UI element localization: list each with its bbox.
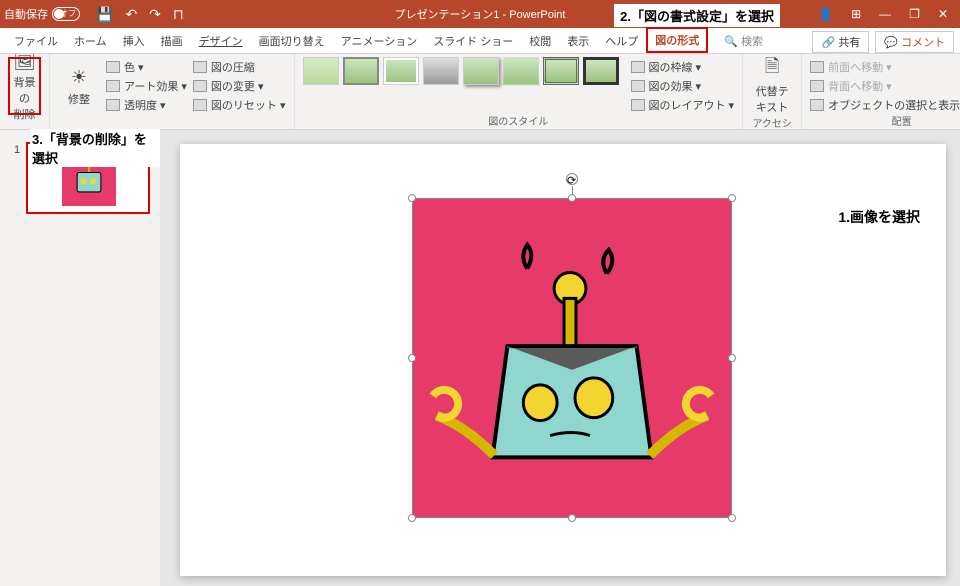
style-thumb[interactable] (583, 57, 619, 85)
quick-access-toolbar: 💾 ↶ ↷ ⊓ (96, 6, 184, 23)
close-icon[interactable]: ✕ (938, 7, 948, 21)
tab-slideshow[interactable]: スライド ショー (425, 29, 521, 53)
robot-illustration (413, 199, 731, 517)
arrange-group-label: 配置 (810, 113, 960, 128)
ribbon-tab-bar: ファイル ホーム 挿入 描画 デザイン 画面切り替え アニメーション スライド … (0, 28, 960, 54)
tab-help[interactable]: ヘルプ (597, 29, 646, 53)
picture-border-button[interactable]: 図の枠線 ▾ (631, 59, 735, 75)
tab-draw[interactable]: 描画 (153, 29, 191, 53)
ribbon: 🖼 背景の 削除 ☀ 修整 色 ▾ アート効果 ▾ 透明度 ▾ 図の圧縮 図の変… (0, 54, 960, 130)
selection-pane-button[interactable]: オブジェクトの選択と表示 (810, 97, 960, 113)
styles-group-label: 図のスタイル (303, 113, 735, 128)
reset-picture-button[interactable]: 図のリセット ▾ (193, 97, 286, 113)
annotation-2: 2.「図の書式設定」を選択 (614, 4, 780, 27)
style-thumb[interactable] (423, 57, 459, 85)
style-thumb[interactable] (502, 57, 539, 85)
picture-styles-gallery[interactable] (303, 57, 619, 85)
tab-insert[interactable]: 挿入 (115, 29, 153, 53)
search-box[interactable]: 🔍 検索 (716, 29, 771, 53)
tab-view[interactable]: 表示 (559, 29, 597, 53)
user-icon[interactable]: 👤 (818, 7, 833, 21)
artistic-effects-button[interactable]: アート効果 ▾ (106, 78, 187, 94)
change-picture-button[interactable]: 図の変更 ▾ (193, 78, 286, 94)
style-thumb[interactable] (343, 57, 379, 85)
minimize-icon[interactable]: — (879, 7, 891, 21)
work-area: 3.「背景の削除」を選択 1 1.画像を選択 ⟳ (0, 130, 960, 586)
slide-thumbnail-panel: 3.「背景の削除」を選択 1 (0, 130, 160, 586)
tab-transitions[interactable]: 画面切り替え (251, 29, 333, 53)
style-thumb[interactable] (543, 57, 579, 85)
style-thumb[interactable] (463, 57, 499, 85)
annotation-3: 3.「背景の削除」を選択 (30, 129, 160, 167)
slide[interactable]: 1.画像を選択 ⟳ (180, 144, 946, 576)
tab-design[interactable]: デザイン (191, 29, 251, 53)
title-bar: 自動保存 💾 ↶ ↷ ⊓ プレゼンテーション1 - PowerPoint 2.「… (0, 0, 960, 28)
slide-canvas[interactable]: 1.画像を選択 ⟳ (160, 130, 960, 586)
color-button[interactable]: 色 ▾ (106, 59, 187, 75)
alt-text-icon: 🗎 (760, 57, 784, 81)
alt-text-button[interactable]: 🗎 代替テ キスト (751, 57, 793, 115)
remove-background-button[interactable]: 🖼 背景の 削除 (8, 57, 41, 115)
slide-number: 1 (14, 144, 20, 156)
redo-icon[interactable]: ↷ (149, 6, 161, 23)
undo-icon[interactable]: ↶ (125, 6, 137, 23)
tab-home[interactable]: ホーム (66, 29, 115, 53)
tab-review[interactable]: 校閲 (521, 29, 559, 53)
slideshow-icon[interactable]: ⊓ (173, 6, 184, 23)
tab-file[interactable]: ファイル (6, 29, 66, 53)
tab-picture-format[interactable]: 図の形式 (646, 27, 708, 53)
corrections-button[interactable]: ☀ 修整 (58, 57, 100, 115)
autosave-toggle[interactable]: 自動保存 (4, 6, 80, 22)
picture-layout-button[interactable]: 図のレイアウト ▾ (631, 97, 735, 113)
annotation-1: 1.画像を選択 (838, 207, 920, 227)
compress-button[interactable]: 図の圧縮 (193, 59, 286, 75)
tab-animations[interactable]: アニメーション (333, 29, 426, 53)
sun-icon: ☀ (67, 65, 91, 89)
rotate-handle[interactable]: ⟳ (566, 173, 578, 185)
style-thumb[interactable] (303, 57, 339, 85)
selected-image[interactable]: ⟳ (412, 198, 732, 518)
comment-button[interactable]: 💬 コメント (875, 31, 954, 53)
transparency-button[interactable]: 透明度 ▾ (106, 97, 187, 113)
ribbon-options-icon[interactable]: ⊞ (851, 7, 861, 21)
style-thumb[interactable] (383, 57, 419, 85)
bring-forward-button[interactable]: 前面へ移動 ▾ (810, 59, 960, 75)
save-icon[interactable]: 💾 (96, 6, 113, 23)
restore-icon[interactable]: ❐ (909, 7, 920, 21)
send-backward-button[interactable]: 背面へ移動 ▾ (810, 78, 960, 94)
window-controls: 👤 ⊞ — ❐ ✕ (818, 7, 956, 21)
share-button[interactable]: 🔗 共有 (812, 31, 869, 53)
picture-effects-button[interactable]: 図の効果 ▾ (631, 78, 735, 94)
window-title: プレゼンテーション1 - PowerPoint (395, 6, 566, 22)
